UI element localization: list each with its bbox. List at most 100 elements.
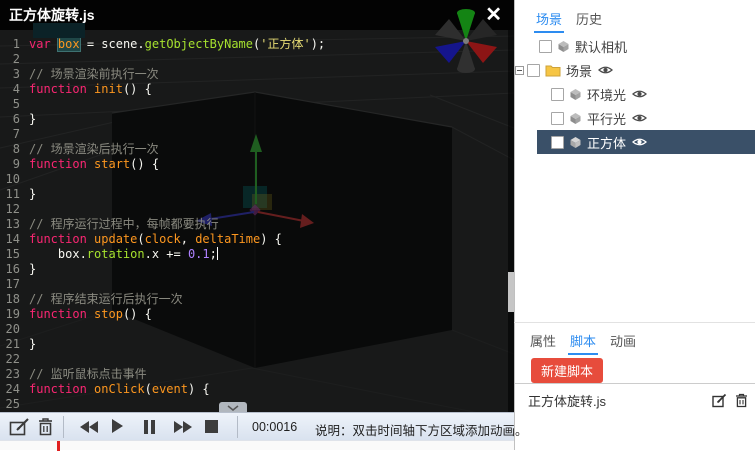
code-token: box.: [29, 247, 87, 261]
trash-icon: [37, 417, 54, 437]
code-token: '正方体': [260, 37, 310, 51]
chevron-down-icon: [227, 405, 239, 411]
pause-icon: [151, 420, 155, 434]
code-token: function: [29, 157, 87, 171]
tree-row[interactable]: 平行光: [515, 106, 755, 130]
code-token: function: [29, 307, 87, 321]
tree-checkbox[interactable]: [551, 88, 564, 101]
rewind-icon: [80, 421, 89, 433]
stop-icon: [205, 420, 218, 433]
visibility-toggle[interactable]: [632, 137, 647, 147]
code-editor[interactable]: 1var box = scene.getObjectByName('正方体');…: [0, 37, 500, 412]
line-number: 11: [0, 187, 29, 202]
tree-row[interactable]: 正方体: [537, 130, 755, 154]
line-number: 18: [0, 292, 29, 307]
tree-row[interactable]: 默认相机: [515, 34, 755, 58]
script-edit-button[interactable]: [712, 393, 727, 408]
viewport-3d[interactable]: 1var box = scene.getObjectByName('正方体');…: [0, 0, 514, 440]
code-token: start: [94, 157, 130, 171]
pause-button[interactable]: [144, 420, 158, 439]
delete-keyframe-button[interactable]: [37, 417, 54, 442]
code-line: 24function onClick(event) {: [0, 382, 500, 397]
panel-splitter[interactable]: [514, 322, 755, 323]
tab-animation[interactable]: 动画: [608, 328, 638, 355]
tree-expander-icon[interactable]: [515, 66, 524, 75]
code-token: ;: [210, 247, 217, 261]
code-token: onClick: [94, 382, 145, 396]
tree-label: 场景: [566, 61, 592, 80]
tab-scene[interactable]: 场景: [534, 6, 564, 33]
tree-checkbox[interactable]: [539, 40, 552, 53]
script-list: 正方体旋转.js: [515, 383, 755, 451]
code-token: box: [58, 37, 80, 51]
rewind-button[interactable]: [80, 420, 98, 438]
code-token: function: [29, 382, 87, 396]
tree-checkbox[interactable]: [551, 136, 564, 149]
tree-row[interactable]: 场景: [515, 58, 755, 82]
code-line: 23// 监听鼠标点击事件: [0, 367, 500, 382]
line-number: 21: [0, 337, 29, 352]
code-token: ,: [181, 232, 195, 246]
code-token: = scene.: [80, 37, 145, 51]
pause-icon: [144, 420, 148, 434]
play-button[interactable]: [112, 419, 123, 438]
play-icon: [112, 419, 123, 433]
timeline-strip[interactable]: [0, 440, 514, 450]
tab-properties[interactable]: 属性: [528, 328, 558, 355]
code-line: 21}: [0, 337, 500, 352]
editor-scrollbar-thumb[interactable]: [508, 272, 514, 312]
tree-label: 默认相机: [575, 37, 627, 56]
line-number: 2: [0, 52, 29, 67]
visibility-toggle[interactable]: [632, 89, 647, 99]
fast-forward-button[interactable]: [174, 420, 192, 438]
code-line: 7: [0, 127, 500, 142]
code-token: // 场景渲染后执行一次: [29, 142, 159, 156]
code-token: 0.1: [188, 247, 210, 261]
new-script-button[interactable]: 新建脚本: [531, 358, 603, 383]
stop-button[interactable]: [205, 420, 218, 438]
toolbar-separator: [63, 416, 64, 438]
code-token: () {: [130, 157, 159, 171]
eye-icon: [598, 65, 613, 75]
line-number: 8: [0, 142, 29, 157]
line-number: 3: [0, 67, 29, 82]
code-token: deltaTime: [195, 232, 260, 246]
timeline-hint: 说明：双击时间轴下方区域添加动画。: [315, 420, 528, 439]
line-number: 23: [0, 367, 29, 382]
code-token: getObjectByName: [145, 37, 253, 51]
close-icon[interactable]: ✕: [485, 2, 502, 28]
code-token: // 程序结束运行后执行一次: [29, 292, 183, 306]
line-number: 14: [0, 232, 29, 247]
eye-icon: [632, 113, 647, 123]
script-delete-button[interactable]: [735, 393, 748, 408]
tab-scripts[interactable]: 脚本: [568, 328, 598, 355]
tree-row[interactable]: 环境光: [515, 82, 755, 106]
code-token: [87, 157, 94, 171]
eye-icon: [632, 137, 647, 147]
code-line: 22: [0, 352, 500, 367]
code-token: }: [29, 187, 36, 201]
code-token: }: [29, 337, 36, 351]
tree-checkbox[interactable]: [527, 64, 540, 77]
editor-title: 正方体旋转.js: [9, 5, 95, 25]
rewind-icon: [89, 421, 98, 433]
nav-gizmo-center[interactable]: [463, 38, 469, 44]
line-number: 19: [0, 307, 29, 322]
line-number: 17: [0, 277, 29, 292]
code-line: 16}: [0, 262, 500, 277]
edit-keyframe-button[interactable]: [9, 417, 31, 442]
line-number: 10: [0, 172, 29, 187]
edit-icon: [9, 417, 31, 437]
code-token: (: [145, 382, 152, 396]
code-line: 10: [0, 172, 500, 187]
visibility-toggle[interactable]: [632, 113, 647, 123]
editor-scrollbar[interactable]: [508, 30, 514, 412]
script-list-item[interactable]: 正方体旋转.js: [515, 384, 755, 414]
tab-history[interactable]: 历史: [574, 6, 604, 33]
visibility-toggle[interactable]: [598, 65, 613, 75]
tree-checkbox[interactable]: [551, 112, 564, 125]
code-token: var: [29, 37, 51, 51]
code-line: 9function start() {: [0, 157, 500, 172]
code-line: 4function init() {: [0, 82, 500, 97]
code-line: 8// 场景渲染后执行一次: [0, 142, 500, 157]
